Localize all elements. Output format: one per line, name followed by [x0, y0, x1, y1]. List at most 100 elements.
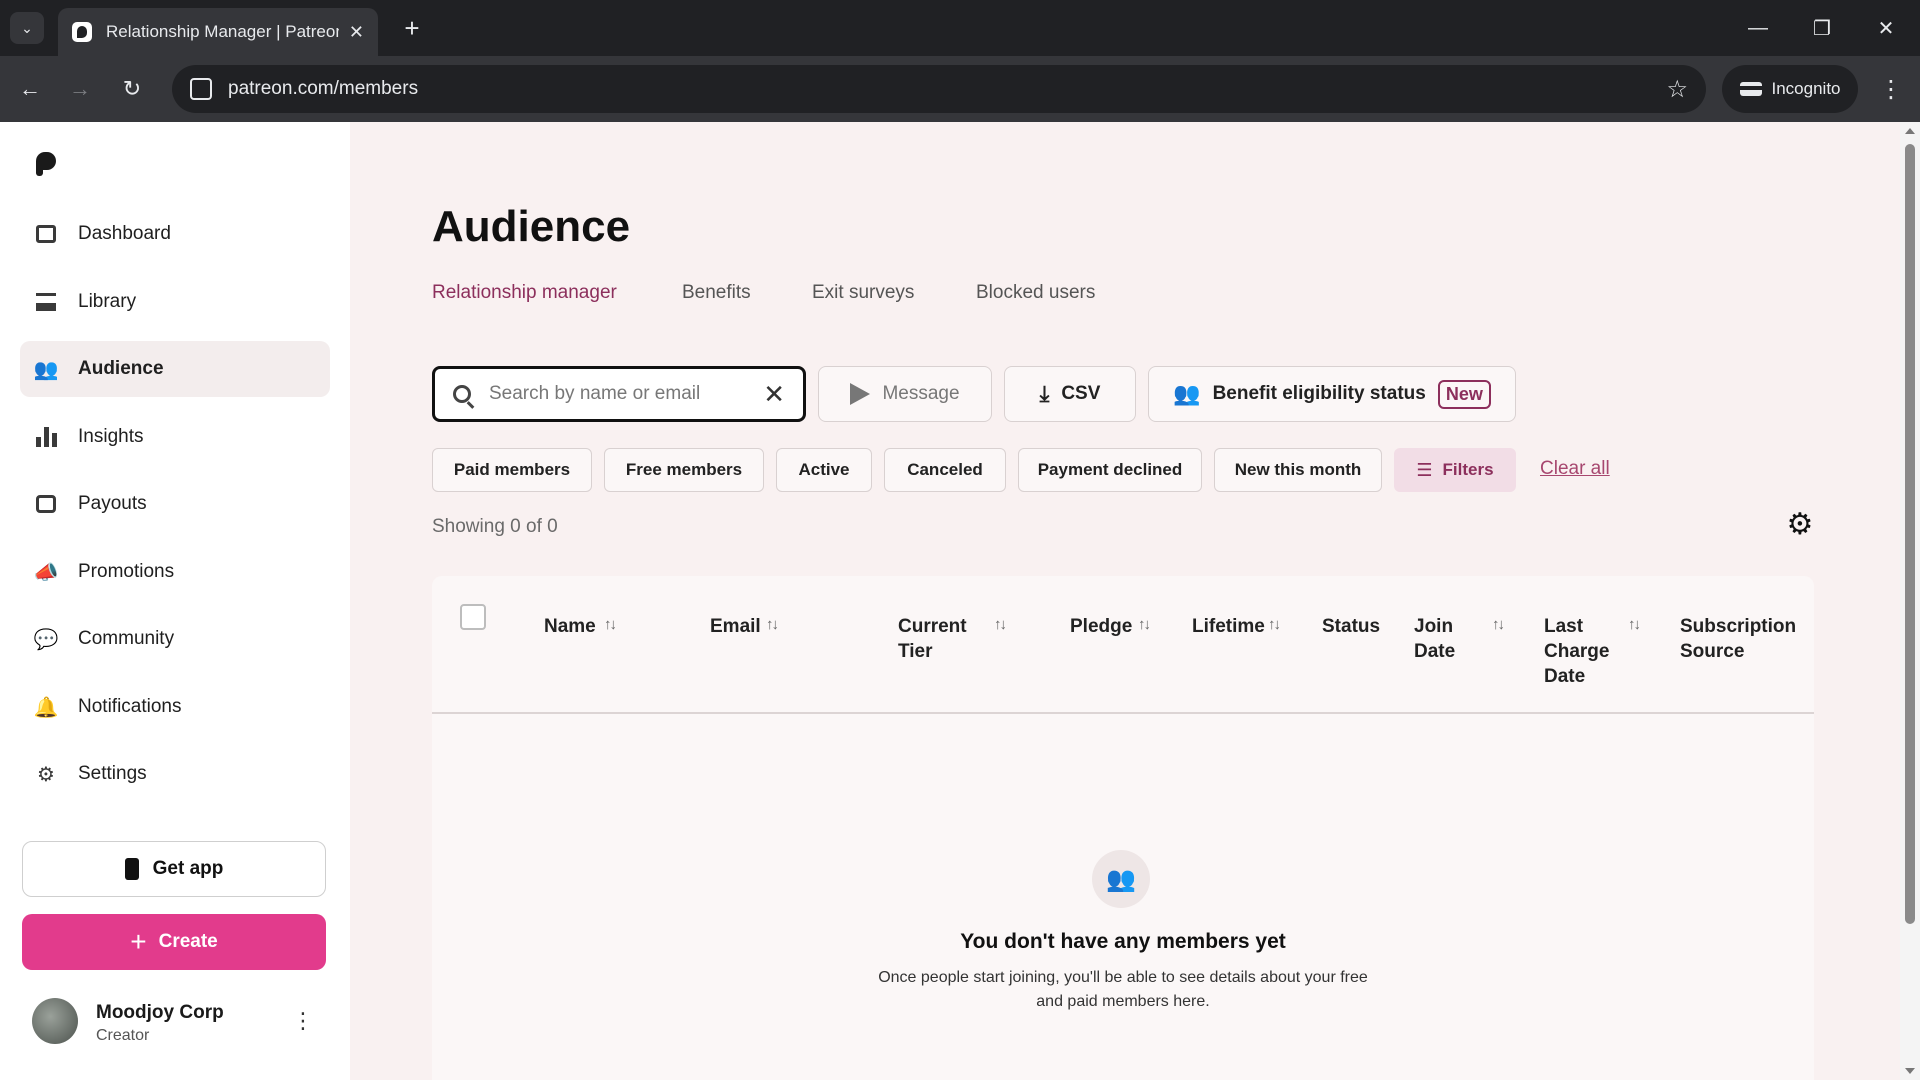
sort-icon[interactable]: ↑↓ — [604, 616, 617, 633]
people-icon: 👥 — [1173, 381, 1201, 406]
minimize-window-icon[interactable]: — — [1738, 10, 1778, 46]
tab-benefits[interactable]: Benefits — [682, 282, 751, 304]
browser-menu-icon[interactable]: ⋮ — [1876, 71, 1906, 107]
user-name: Moodjoy Corp — [96, 1002, 224, 1023]
tab-exit-surveys[interactable]: Exit surveys — [812, 282, 914, 304]
column-header-status: Status — [1322, 616, 1381, 637]
browser-tab-bar: ⌄ Relationship Manager | Patreon ✕ + — ❐… — [0, 0, 1920, 56]
incognito-icon — [1739, 82, 1762, 96]
sort-icon[interactable]: ↑↓ — [1268, 616, 1281, 633]
sidebar-item-audience[interactable]: 👥 Audience — [20, 341, 330, 397]
filter-chip-active[interactable]: Active — [776, 448, 872, 492]
restore-window-icon[interactable]: ❐ — [1802, 10, 1842, 46]
sidebar-item-label: Library — [78, 291, 137, 312]
user-menu-icon[interactable]: ⋮ — [288, 1006, 318, 1036]
get-app-label: Get app — [152, 858, 224, 879]
new-badge: New — [1437, 379, 1491, 409]
bookmark-star-icon[interactable]: ☆ — [1666, 75, 1688, 104]
benefit-label: Benefit eligibility status — [1212, 383, 1426, 404]
plus-icon: + — [130, 926, 147, 957]
sidebar-item-notifications[interactable]: 🔔 Notifications — [20, 679, 330, 735]
empty-state-line-1: Once people start joining, you'll be abl… — [878, 969, 1368, 986]
sidebar-item-promotions[interactable]: 📣 Promotions — [20, 544, 330, 600]
search-input[interactable] — [489, 383, 756, 405]
tab-close-icon[interactable]: ✕ — [349, 22, 364, 43]
members-empty-icon: 👥 — [1092, 850, 1150, 908]
column-header-pledge[interactable]: Pledge — [1070, 614, 1132, 639]
clear-search-icon[interactable]: ✕ — [763, 379, 785, 410]
reload-icon[interactable]: ↻ — [114, 71, 150, 107]
filter-chip-paid-members[interactable]: Paid members — [432, 448, 592, 492]
table-settings-gear-icon[interactable]: ⚙ — [1782, 506, 1818, 542]
search-icon — [453, 385, 471, 403]
send-icon — [850, 383, 871, 405]
clear-all-link[interactable]: Clear all — [1540, 458, 1610, 480]
filters-button[interactable]: ☰ Filters — [1394, 448, 1516, 492]
scroll-down-arrow-icon[interactable] — [1905, 1068, 1915, 1074]
patreon-logo-icon[interactable] — [36, 152, 58, 176]
benefit-eligibility-button[interactable]: 👥 Benefit eligibility status New — [1148, 366, 1516, 422]
filter-chip-new-this-month[interactable]: New this month — [1214, 448, 1382, 492]
incognito-indicator[interactable]: Incognito — [1722, 65, 1858, 113]
sidebar-item-label: Audience — [78, 358, 164, 379]
filter-chip-canceled[interactable]: Canceled — [884, 448, 1006, 492]
sidebar-item-label: Insights — [78, 426, 144, 447]
members-table: Name ↑↓ Email ↑↓ Current Tier ↑↓ Pledge … — [432, 576, 1814, 1080]
sort-icon[interactable]: ↑↓ — [1138, 616, 1151, 633]
search-box[interactable]: ✕ — [432, 366, 806, 422]
site-settings-icon[interactable] — [190, 78, 212, 100]
browser-toolbar: ← → ↻ patreon.com/members ☆ Incognito ⋮ — [0, 56, 1920, 122]
bell-icon: 🔔 — [33, 696, 59, 719]
sort-icon[interactable]: ↑↓ — [766, 616, 779, 633]
sidebar-item-label: Notifications — [78, 696, 182, 717]
audience-icon: 👥 — [33, 358, 59, 381]
create-button[interactable]: + Create — [22, 914, 326, 970]
scroll-thumb[interactable] — [1905, 144, 1915, 924]
url-text[interactable]: patreon.com/members — [228, 78, 1666, 100]
message-button[interactable]: Message — [818, 366, 992, 422]
sort-icon[interactable]: ↑↓ — [994, 616, 1007, 633]
browser-tab[interactable]: Relationship Manager | Patreon ✕ — [58, 8, 378, 56]
column-header-current-tier[interactable]: Current Tier — [898, 614, 978, 664]
empty-state-title: You don't have any members yet — [960, 930, 1286, 953]
column-header-last-charge-date[interactable]: Last Charge Date — [1544, 614, 1624, 689]
download-icon: ⤓ — [1039, 381, 1050, 406]
column-header-join-date[interactable]: Join Date — [1414, 614, 1474, 664]
select-all-checkbox[interactable] — [460, 604, 486, 630]
tab-search-chevron-icon[interactable]: ⌄ — [10, 12, 44, 44]
column-header-email[interactable]: Email — [710, 614, 761, 639]
scroll-up-arrow-icon[interactable] — [1905, 128, 1915, 134]
filters-label: Filters — [1442, 460, 1494, 479]
csv-label: CSV — [1061, 383, 1101, 404]
phone-icon — [124, 858, 139, 880]
tab-relationship-manager[interactable]: Relationship manager — [432, 282, 617, 304]
column-header-lifetime[interactable]: Lifetime — [1192, 614, 1265, 639]
get-app-button[interactable]: Get app — [22, 841, 326, 897]
sidebar-item-community[interactable]: 💬 Community — [20, 611, 330, 667]
results-count: Showing 0 of 0 — [432, 516, 558, 537]
avatar[interactable] — [32, 998, 78, 1044]
csv-button[interactable]: ⤓ CSV — [1004, 366, 1136, 422]
sidebar-item-settings[interactable]: ⚙ Settings — [20, 746, 330, 802]
column-header-name[interactable]: Name — [544, 614, 596, 639]
sidebar-item-dashboard[interactable]: Dashboard — [20, 206, 330, 262]
payouts-icon — [34, 492, 58, 516]
tab-blocked-users[interactable]: Blocked users — [976, 282, 1095, 304]
sort-icon[interactable]: ↑↓ — [1628, 616, 1641, 633]
page-title: Audience — [432, 202, 631, 251]
forward-arrow-icon[interactable]: → — [62, 71, 98, 107]
sidebar-item-label: Payouts — [78, 493, 147, 514]
page-scrollbar[interactable] — [1900, 122, 1920, 1080]
new-tab-plus-icon[interactable]: + — [396, 12, 428, 44]
sort-icon[interactable]: ↑↓ — [1492, 616, 1505, 633]
filter-chip-payment-declined[interactable]: Payment declined — [1018, 448, 1202, 492]
sidebar-item-label: Settings — [78, 763, 147, 784]
sidebar-item-library[interactable]: Library — [20, 274, 330, 330]
address-bar[interactable]: patreon.com/members ☆ — [172, 65, 1706, 113]
sidebar-item-payouts[interactable]: Payouts — [20, 476, 330, 532]
close-window-icon[interactable]: ✕ — [1866, 10, 1906, 46]
filter-chip-free-members[interactable]: Free members — [604, 448, 764, 492]
sidebar-item-label: Dashboard — [78, 223, 171, 244]
sidebar-item-insights[interactable]: Insights — [20, 409, 330, 465]
back-arrow-icon[interactable]: ← — [12, 71, 48, 107]
